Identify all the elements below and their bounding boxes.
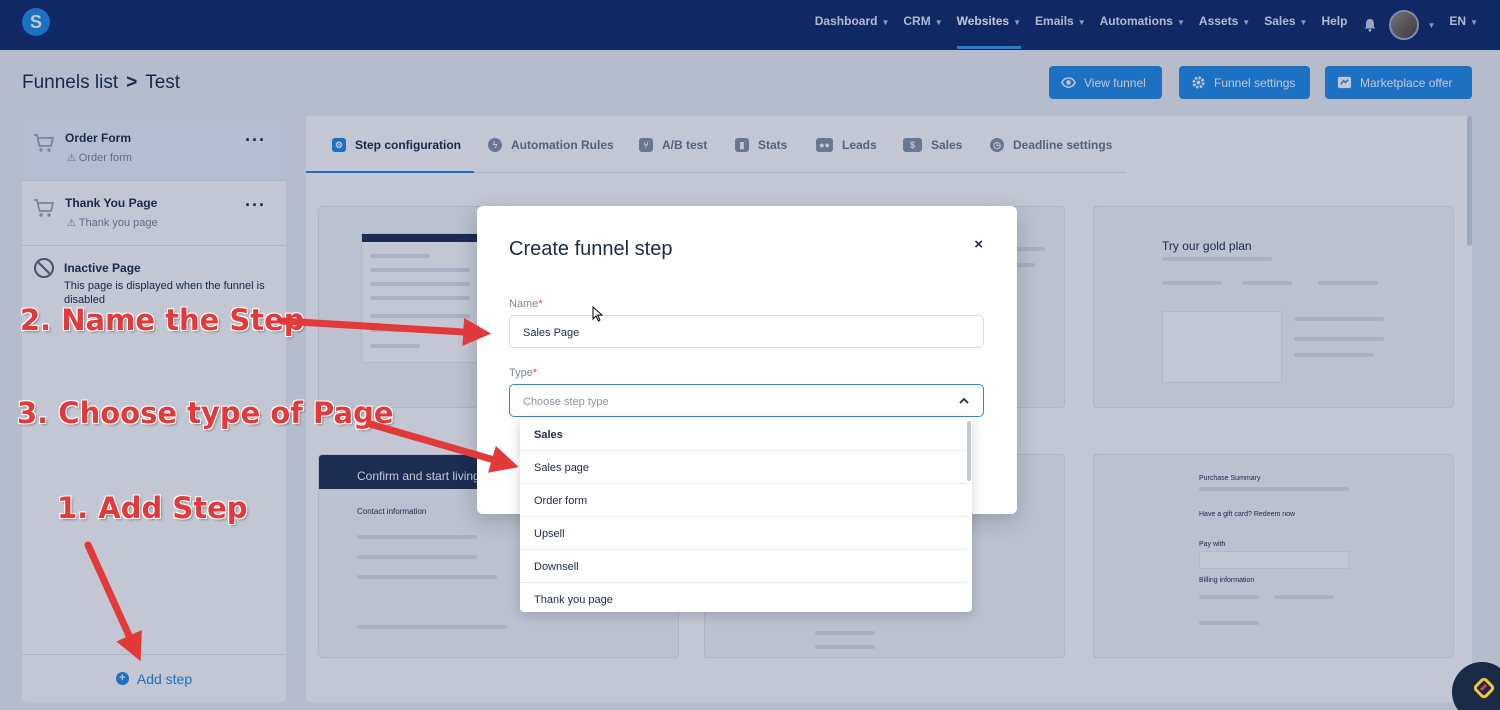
chevron-up-icon [959, 397, 969, 404]
name-field[interactable]: Sales Page [509, 315, 984, 348]
annotation-choose-type: 3. Choose type of Page [17, 396, 394, 430]
dropdown-scrollbar[interactable] [967, 421, 971, 481]
mouse-cursor-icon [592, 306, 604, 322]
annotation-name-step: 2. Name the Step [20, 303, 305, 337]
dropdown-group-header: Sales [520, 418, 966, 451]
option-upsell[interactable]: Upsell [520, 517, 966, 550]
option-sales-page[interactable]: Sales page [520, 451, 966, 484]
option-downsell[interactable]: Downsell [520, 550, 966, 583]
close-icon[interactable]: × [974, 236, 983, 253]
option-thank-you-page[interactable]: Thank you page [520, 583, 966, 612]
type-label: Type* [509, 367, 538, 379]
chat-logo-icon [1474, 678, 1495, 699]
type-select[interactable]: Choose step type [509, 384, 984, 417]
modal-title: Create funnel step [509, 238, 673, 260]
name-label: Name* [509, 298, 543, 310]
step-type-dropdown: Sales Sales page Order form Upsell Downs… [520, 418, 972, 612]
option-order-form[interactable]: Order form [520, 484, 966, 517]
annotation-add-step: 1. Add Step [57, 491, 248, 525]
